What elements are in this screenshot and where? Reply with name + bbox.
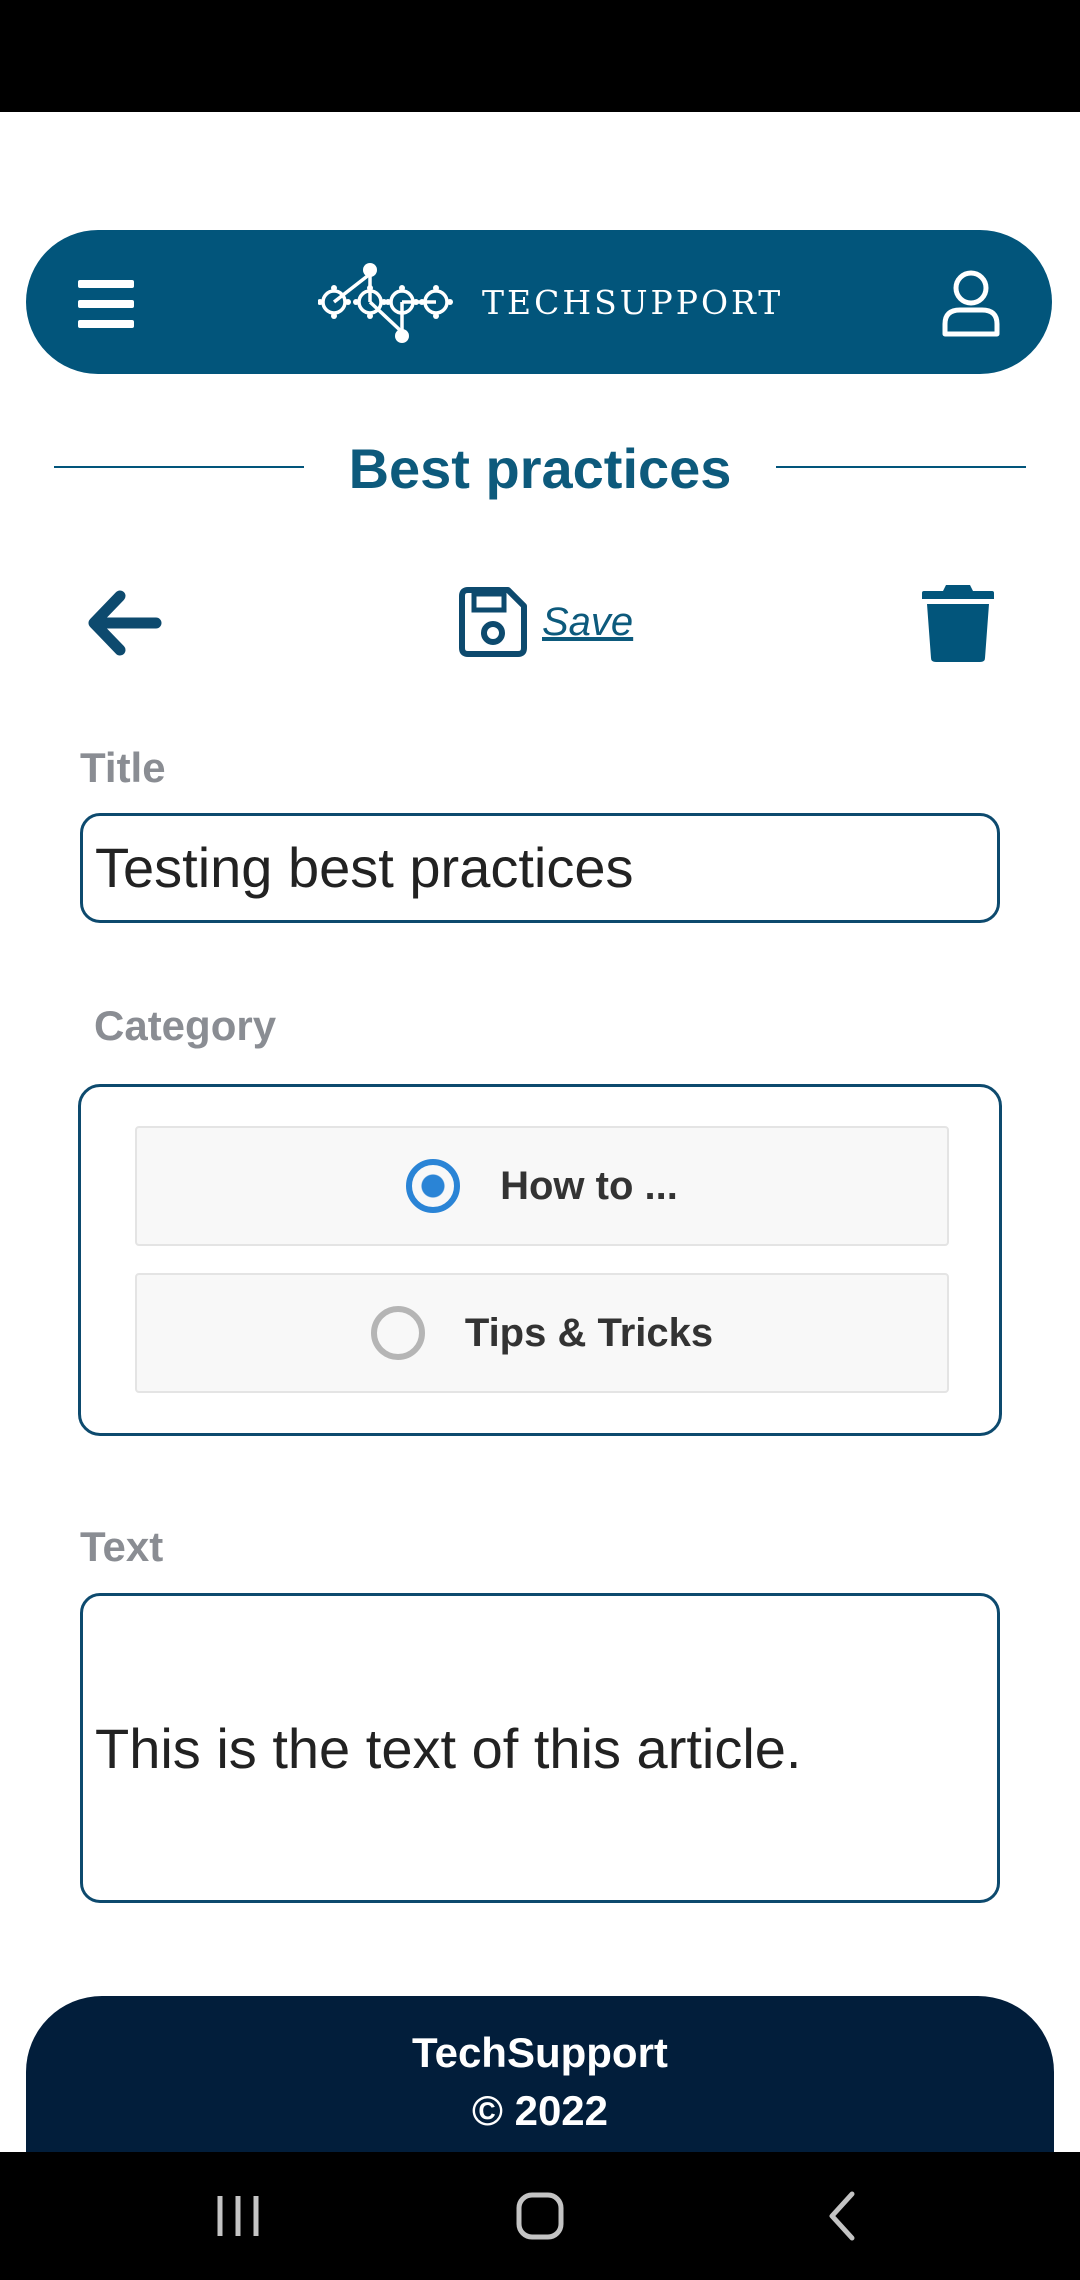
title-divider-right — [776, 466, 1026, 468]
hamburger-menu-icon — [78, 280, 134, 288]
title-input[interactable]: Testing best practices — [80, 813, 1000, 923]
back-chevron-icon — [829, 2191, 855, 2241]
radio-checked-icon — [406, 1159, 461, 1213]
footer-copyright: © 2022 — [471, 2087, 609, 2134]
category-option-label: Tips & Tricks — [464, 1310, 714, 1355]
system-navigation-bar — [0, 2152, 1080, 2280]
user-icon — [942, 270, 1000, 337]
footer-brand: TechSupport — [412, 2029, 668, 2076]
back-button[interactable] — [84, 588, 164, 658]
delete-button[interactable] — [920, 582, 996, 664]
recent-apps-button[interactable] — [214, 2188, 264, 2244]
save-label: Save — [542, 599, 634, 644]
editor-toolbar: Save — [54, 568, 1026, 672]
save-button[interactable]: Save — [456, 586, 633, 658]
brand-name: TECHSUPPORT — [482, 282, 784, 322]
category-option-tips-tricks[interactable]: Tips & Tricks — [135, 1273, 949, 1393]
app-footer: TechSupport © 2022 — [26, 1996, 1054, 2152]
arrow-left-icon — [88, 590, 162, 656]
home-button[interactable] — [514, 2188, 566, 2244]
gears-logo-icon — [318, 263, 453, 343]
trash-icon — [922, 585, 994, 662]
user-account-button[interactable] — [940, 268, 1002, 338]
category-option-label: How to ... — [500, 1163, 678, 1208]
category-label: Category — [94, 1002, 277, 1049]
title-label: Title — [80, 744, 166, 791]
text-label: Text — [80, 1523, 164, 1570]
floppy-disk-icon — [459, 587, 527, 657]
menu-button[interactable] — [78, 276, 140, 332]
article-text-area[interactable]: This is the text of this article. — [80, 1593, 1000, 1903]
page-title-row: Best practices — [54, 430, 1026, 510]
radio-unchecked-icon — [370, 1306, 425, 1360]
recent-apps-icon — [217, 2196, 259, 2236]
brand-logo[interactable]: TECHSUPPORT — [318, 254, 783, 350]
app-header: TECHSUPPORT — [26, 230, 1052, 374]
category-radio-group: How to ... Tips & Tricks — [78, 1084, 1002, 1436]
back-navigation-button[interactable] — [822, 2188, 862, 2244]
status-bar — [0, 0, 1080, 112]
category-option-how-to[interactable]: How to ... — [135, 1126, 949, 1246]
home-icon — [516, 2192, 564, 2240]
page-title: Best practices — [348, 437, 732, 500]
